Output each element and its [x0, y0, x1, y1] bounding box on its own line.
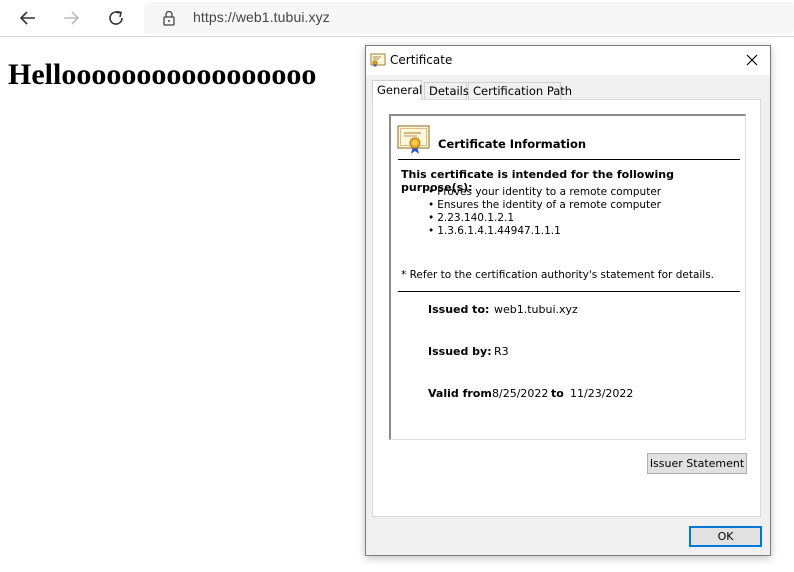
purpose-item: Ensures the identity of a remote compute…	[428, 199, 661, 212]
back-arrow-icon	[19, 11, 35, 25]
certificate-info-title: Certificate Information	[438, 137, 587, 151]
certificate-icon	[370, 53, 386, 67]
close-icon	[746, 54, 758, 66]
valid-from-value: 8/25/2022	[492, 387, 549, 400]
issued-to-label: Issued to:	[428, 303, 490, 316]
tab-details[interactable]: Details	[424, 82, 469, 99]
certificate-icon	[397, 125, 430, 154]
forward-arrow-icon	[64, 11, 80, 25]
address-bar[interactable]: https://web1.tubui.xyz	[144, 2, 794, 34]
dialog-titlebar[interactable]: Certificate	[366, 46, 770, 75]
issued-by-label: Issued by:	[428, 345, 492, 358]
browser-toolbar: https://web1.tubui.xyz	[0, 0, 794, 37]
lock-icon[interactable]	[162, 10, 176, 26]
valid-to-value: 11/23/2022	[570, 387, 634, 400]
issued-to-value: web1.tubui.xyz	[494, 303, 578, 316]
refresh-icon	[109, 10, 123, 25]
purpose-item: Proves your identity to a remote compute…	[428, 186, 661, 199]
valid-to-label: to	[551, 387, 564, 400]
close-button[interactable]	[736, 46, 768, 74]
purpose-item: 2.23.140.1.2.1	[428, 212, 661, 225]
ok-button[interactable]: OK	[689, 526, 762, 547]
refresh-button[interactable]	[102, 4, 130, 32]
url-text: https://web1.tubui.xyz	[193, 9, 330, 25]
certificate-info-box: Certificate Information This certificate…	[389, 114, 746, 440]
general-tab-panel: Certificate Information This certificate…	[372, 99, 761, 517]
dialog-title: Certificate	[390, 53, 453, 67]
refer-note: * Refer to the certification authority's…	[401, 269, 715, 281]
purpose-item: 1.3.6.1.4.1.44947.1.1.1	[428, 225, 661, 238]
purpose-list: Proves your identity to a remote compute…	[428, 186, 661, 238]
tab-general[interactable]: General	[372, 80, 422, 100]
tab-certification-path[interactable]: Certification Path	[468, 82, 572, 99]
valid-from-label: Valid from	[428, 387, 492, 400]
divider	[398, 159, 740, 160]
certificate-dialog: Certificate General Details Certificatio…	[365, 45, 771, 556]
issued-by-value: R3	[494, 345, 509, 358]
page-heading: Hellooooooooooooooooo	[8, 58, 317, 91]
issuer-statement-button[interactable]: Issuer Statement	[647, 453, 747, 474]
back-button[interactable]	[14, 4, 42, 32]
forward-button[interactable]	[57, 4, 85, 32]
divider	[398, 291, 740, 292]
